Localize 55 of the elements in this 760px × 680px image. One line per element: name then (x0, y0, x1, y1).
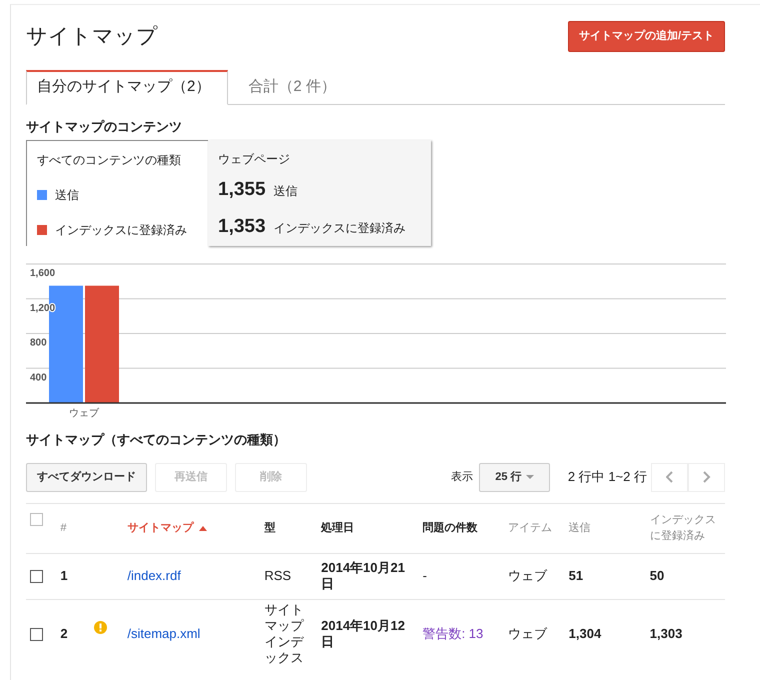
column-header[interactable]: サイトマップ (127, 522, 194, 534)
tab[interactable]: 自分のサイトマップ（2） (26, 70, 228, 104)
sitemap-link[interactable]: /index.rdf (127, 568, 181, 584)
select-all-checkbox[interactable] (30, 513, 43, 526)
table-cell: ウェブ (508, 626, 547, 642)
table-cell: 1,303 (650, 626, 682, 642)
prev-page-button[interactable] (651, 462, 688, 492)
table-cell: 2014年10月21日 (321, 560, 405, 592)
table-cell: サイトマップインデックス (264, 602, 304, 666)
tab[interactable]: 合計（2 件） (228, 70, 356, 104)
column-header: 送信 (568, 522, 591, 534)
axis-tick-label: 1,600 (30, 268, 56, 280)
page-range: 2 行中 1~2 行 (568, 468, 647, 486)
table-cell: 1,304 (568, 626, 602, 642)
column-header: 処理日 (321, 522, 354, 534)
column-header: 問題の件数 (422, 522, 478, 534)
table-cell: RSS (264, 568, 292, 584)
row-checkbox[interactable] (30, 628, 43, 642)
column-header: # (60, 522, 67, 534)
sort-ascending-icon (199, 526, 208, 531)
toolbar-button[interactable]: すべてダウンロード (26, 462, 147, 492)
stat-label: 送信 (274, 183, 298, 200)
warning-count-link[interactable]: 警告数: 13 (422, 626, 484, 642)
stat-value: 1,353 (218, 214, 266, 239)
section-heading: サイトマップ（すべてのコンテンツの種類） (26, 432, 287, 448)
table-cell: 2014年10月12日 (321, 618, 405, 650)
legend-label: 送信 (55, 187, 79, 204)
stat-value: 1,355 (218, 178, 266, 202)
chevron-right-icon (702, 471, 710, 484)
column-header: 型 (264, 522, 276, 534)
chevron-left-icon (666, 471, 674, 484)
show-label: 表示 (450, 470, 473, 485)
column-header: インデックスに登録済み (650, 514, 716, 542)
next-page-button[interactable] (688, 462, 725, 492)
page-title: サイトマップ (26, 24, 158, 49)
column-header: アイテム (508, 522, 552, 534)
row-number: 1 (60, 568, 68, 584)
table-cell: ウェブ (508, 568, 547, 584)
sitemap-link[interactable]: /sitemap.xml (127, 626, 200, 642)
page-size-dropdown[interactable]: 25 行 (478, 462, 550, 492)
row-number: 2 (60, 626, 68, 642)
row-checkbox[interactable] (30, 570, 43, 584)
add-sitemap-button[interactable]: サイトマップの追加/テスト (568, 21, 725, 52)
axis-tick-label: 800 (30, 338, 47, 349)
axis-label: ウェブ (69, 408, 99, 418)
legend-label: インデックスに登録済み (55, 222, 187, 240)
caret-icon (526, 475, 534, 480)
stat-label: インデックスに登録済み (274, 220, 406, 237)
detail-title: ウェブページ (218, 151, 291, 168)
table-cell: 51 (568, 568, 584, 584)
content-type-filter[interactable]: すべてのコンテンツの種類 (37, 151, 198, 170)
table-cell: - (422, 568, 427, 584)
axis-tick-label: 400 (30, 372, 47, 384)
section-heading: サイトマップのコンテンツ (26, 118, 183, 134)
table-cell: 50 (650, 568, 664, 584)
